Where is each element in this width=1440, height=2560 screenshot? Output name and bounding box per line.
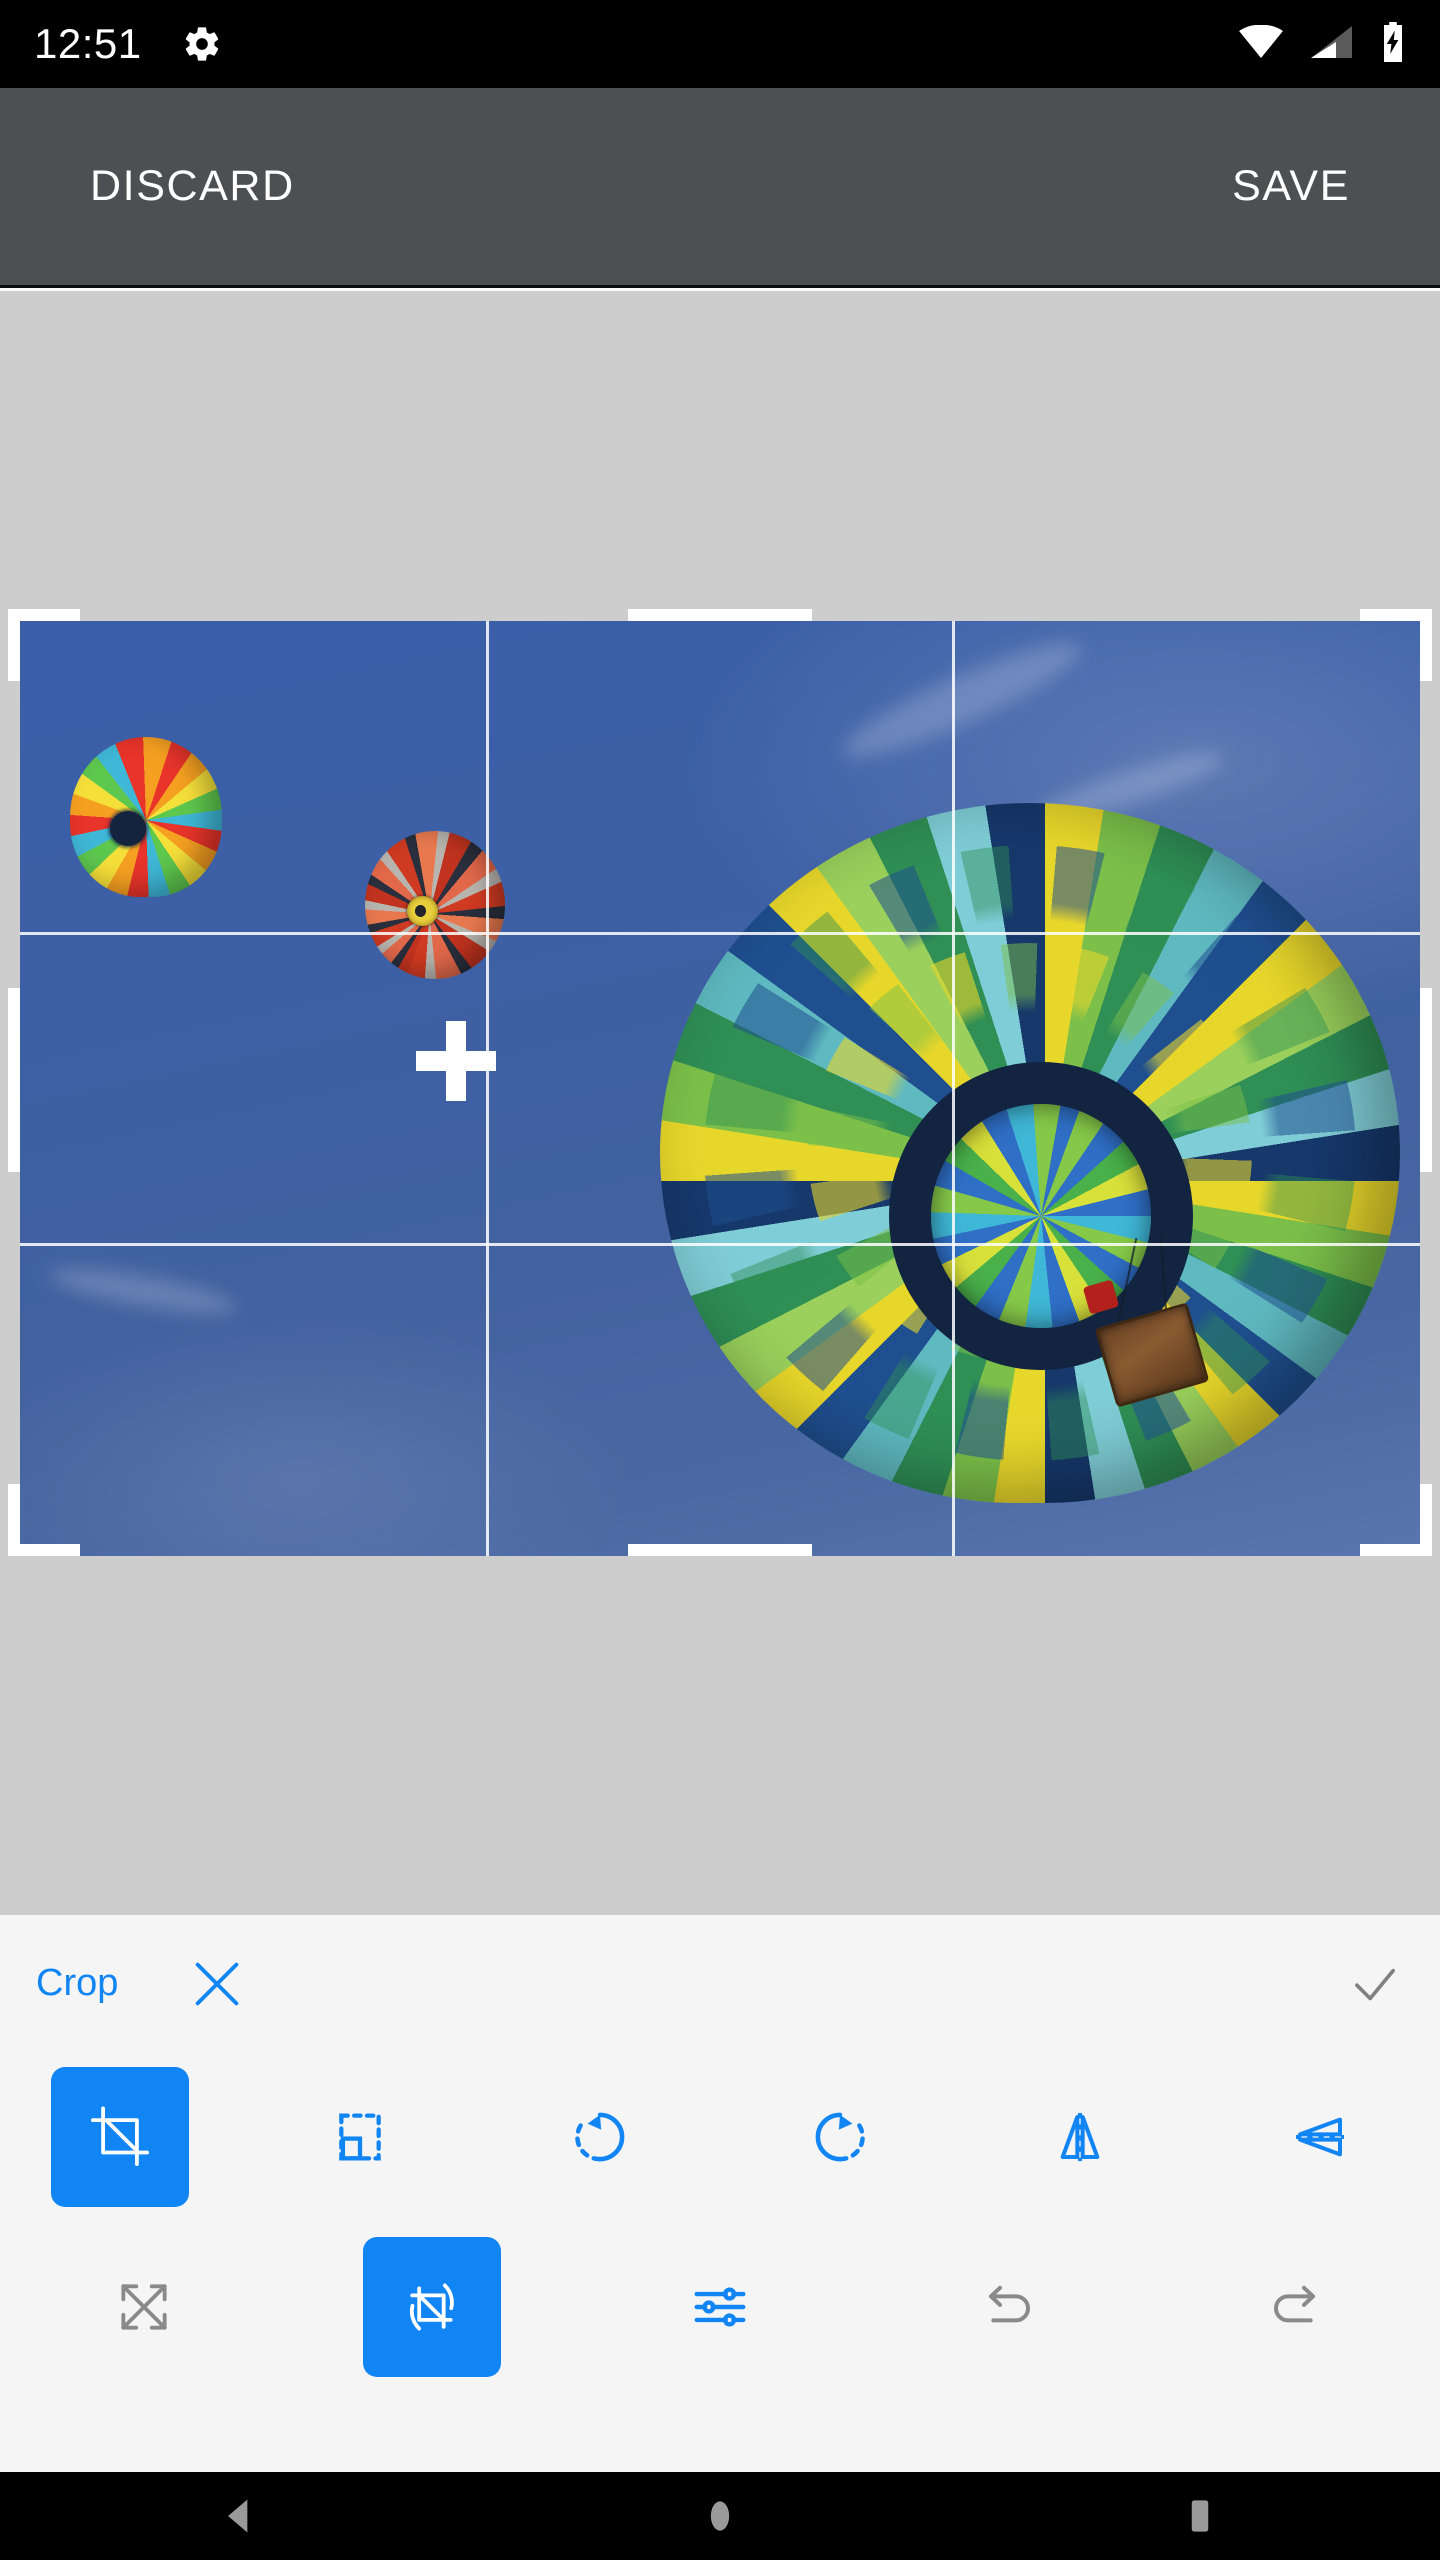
flip-vertical-button[interactable] — [1200, 2052, 1440, 2222]
save-button[interactable]: SAVE — [1226, 148, 1356, 225]
editor-toolbar: Crop — [0, 1915, 1440, 2472]
status-bar: 12:51 — [0, 0, 1440, 88]
crop-frame[interactable] — [20, 621, 1420, 1556]
crop-handle-top-left[interactable] — [8, 609, 80, 621]
tool-row-primary — [0, 2052, 1440, 2222]
crop-rotate-button[interactable] — [288, 2222, 576, 2392]
discard-button[interactable]: DISCARD — [84, 148, 301, 225]
home-circle-icon[interactable] — [645, 2472, 795, 2560]
aspect-ratio-button[interactable] — [240, 2052, 480, 2222]
crop-handle-top-right[interactable] — [1360, 609, 1432, 621]
rotate-left-button[interactable] — [480, 2052, 720, 2222]
balloon-rainbow — [70, 737, 222, 897]
undo-button[interactable] — [864, 2222, 1152, 2392]
close-x-icon[interactable] — [186, 1953, 248, 2015]
image-canvas[interactable] — [0, 291, 1440, 1915]
battery-charging-icon — [1380, 21, 1406, 67]
transform-button[interactable] — [0, 2222, 288, 2392]
flip-horizontal-button[interactable] — [960, 2052, 1200, 2222]
adjust-button[interactable] — [576, 2222, 864, 2392]
status-icons-group — [1238, 21, 1406, 67]
balloon-main-green-yellow — [660, 803, 1400, 1503]
crop-handle-bottom-right-v[interactable] — [1420, 1484, 1432, 1556]
crop-handle-top-left-v[interactable] — [8, 609, 20, 681]
rotate-right-button[interactable] — [720, 2052, 960, 2222]
crop-handle-bottom-left-v[interactable] — [8, 1484, 20, 1556]
crop-handle-top-right-v[interactable] — [1420, 609, 1432, 681]
photo-image — [20, 621, 1420, 1556]
status-clock: 12:51 — [34, 20, 142, 67]
editor-app-bar: DISCARD SAVE — [0, 88, 1440, 288]
phone-screen: 12:51 DISCARD SAVE Crop — [0, 0, 1440, 2560]
crop-tool-button[interactable] — [0, 2052, 240, 2222]
wifi-full-icon — [1238, 24, 1284, 64]
crop-handle-top-center[interactable] — [628, 609, 812, 621]
checkmark-icon[interactable] — [1346, 1955, 1404, 2013]
crop-handle-middle-left[interactable] — [8, 988, 20, 1172]
android-nav-bar — [0, 2472, 1440, 2560]
tool-row-secondary — [0, 2222, 1440, 2392]
redo-button[interactable] — [1152, 2222, 1440, 2392]
cellular-signal-icon — [1310, 25, 1354, 64]
back-triangle-icon[interactable] — [165, 2472, 315, 2560]
balloon-red-spiral — [365, 831, 505, 979]
crop-tool-header: Crop — [0, 1915, 1440, 2052]
crop-handle-middle-right[interactable] — [1420, 988, 1432, 1172]
tool-title: Crop — [36, 1962, 119, 2004]
gear-icon — [182, 24, 222, 64]
recents-square-icon[interactable] — [1125, 2472, 1275, 2560]
